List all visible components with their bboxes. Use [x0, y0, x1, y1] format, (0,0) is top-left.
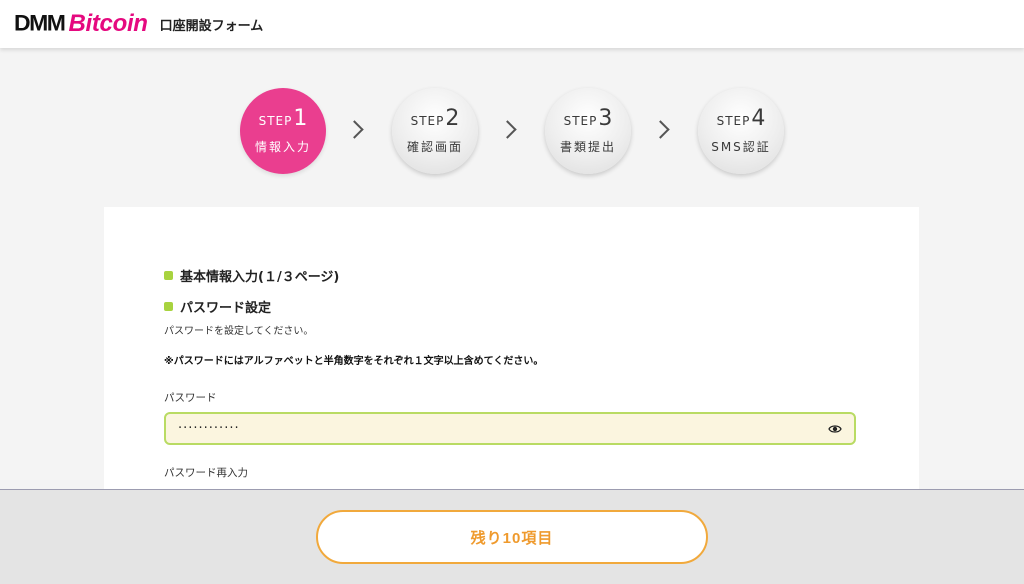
chevron-right-icon [651, 120, 670, 139]
chevron-right-icon [498, 120, 517, 139]
step-4-number: 4 [751, 105, 766, 131]
logo-dmm-text: DMM [14, 10, 66, 36]
step-1-number: 1 [293, 105, 308, 131]
logo-bitcoin-text: Bitcoin [68, 10, 148, 37]
password-description: パスワードを設定してください。 [164, 326, 314, 337]
step-4: STEP 4 SMS認証 [698, 88, 784, 174]
section-heading-basic-info: 基本情報入力(１/３ページ) [164, 266, 339, 285]
step-2-number: 2 [445, 105, 460, 131]
step-3-number: 3 [598, 105, 613, 131]
step-progress: STEP 1 情報入力 STEP 2 確認画面 STEP 3 書類提出 STEP… [0, 88, 1024, 176]
step-4-label: SMS認証 [711, 139, 771, 154]
step-3-word: STEP [563, 113, 598, 128]
step-1-label: 情報入力 [254, 139, 311, 154]
password-label: パスワード [164, 392, 217, 404]
square-bullet-icon [164, 271, 173, 280]
dmm-bitcoin-logo[interactable]: DMM Bitcoin [14, 10, 148, 38]
password-confirm-label: パスワード再入力 [164, 467, 248, 479]
chevron-right-icon [345, 120, 364, 139]
step-2: STEP 2 確認画面 [392, 88, 478, 174]
form-card: 基本情報入力(１/３ページ) パスワード設定 パスワードを設定してください。 ※… [104, 207, 919, 507]
remaining-items-button[interactable]: 残り10項目 [316, 510, 708, 564]
step-4-word: STEP [716, 113, 751, 128]
square-bullet-icon [164, 302, 173, 311]
section-heading-password: パスワード設定 [164, 297, 271, 316]
section-heading-basic-info-text: 基本情報入力(１/３ページ) [180, 270, 340, 285]
eye-icon[interactable] [828, 424, 842, 434]
header: DMM Bitcoin 口座開設フォーム [0, 0, 1024, 48]
step-2-word: STEP [410, 113, 445, 128]
password-requirement-note: ※パスワードにはアルファベットと半角数字をそれぞれ１文字以上含めてください。 [164, 356, 544, 367]
step-3-label: 書類提出 [559, 139, 616, 154]
step-1-word: STEP [258, 113, 293, 128]
password-input[interactable]: ············ [164, 412, 856, 445]
password-value[interactable]: ············ [178, 421, 240, 436]
step-3: STEP 3 書類提出 [545, 88, 631, 174]
step-1: STEP 1 情報入力 [240, 88, 326, 174]
step-2-label: 確認画面 [406, 139, 463, 154]
section-heading-password-text: パスワード設定 [180, 301, 272, 316]
page-title: 口座開設フォーム [159, 18, 264, 34]
bottom-bar: 残り10項目 [0, 489, 1024, 584]
